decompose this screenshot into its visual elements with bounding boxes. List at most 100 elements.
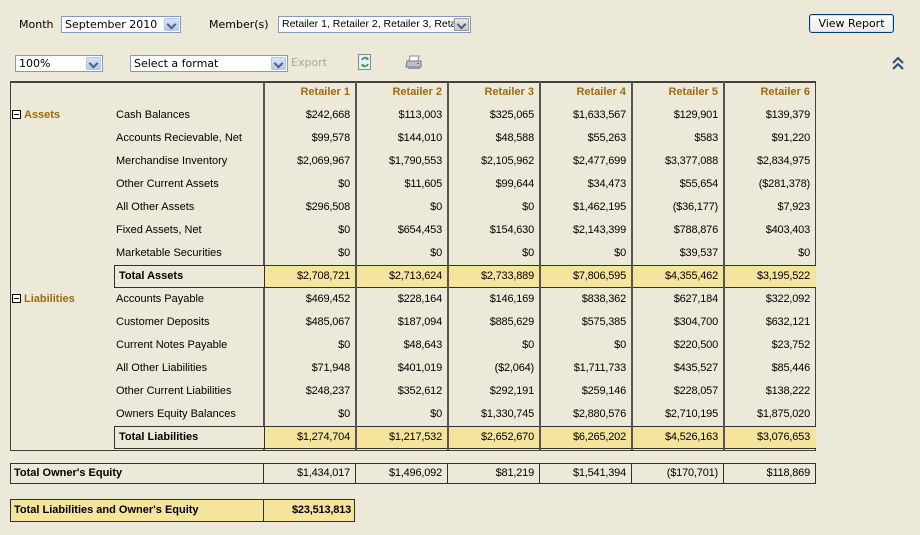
chevron-down-icon[interactable] [86,57,101,70]
members-select[interactable]: Retailer 1, Retailer 2, Retailer 3, Reta… [278,16,471,33]
column-header[interactable]: Retailer 1 [264,81,350,104]
zoom-select[interactable]: 100% [15,55,103,72]
table-cell: $0 [614,339,626,351]
format-select[interactable]: Select a format [130,55,288,72]
column-header[interactable]: Retailer 5 [632,81,718,104]
table-cell: $2,069,967 [296,155,350,167]
table-cell: $401,019 [397,362,442,374]
export-link[interactable]: Export [291,56,327,69]
table-cell: $304,700 [673,316,718,328]
table-cell: $583 [694,132,718,144]
collapse-minus-icon[interactable] [12,110,21,119]
column-header[interactable]: Retailer 4 [540,81,626,104]
column-header[interactable]: Retailer 2 [356,81,442,104]
table-cell: $469,452 [305,293,350,305]
month-select[interactable]: September 2010 [61,16,181,33]
table-cell: $2,105,962 [480,155,534,167]
table-cell: $1,330,745 [480,408,534,420]
table-cell: $838,362 [581,293,626,305]
owners-equity-value: $81,219 [495,467,535,479]
table-cell: $99,644 [495,178,535,190]
owners-equity-value: $1,496,092 [388,467,442,479]
table-cell: $885,629 [489,316,534,328]
table-cell: $632,121 [765,316,810,328]
collapse-up-icon[interactable] [891,55,905,71]
liabilities-section-toggle[interactable]: Liabilities [12,288,75,311]
members-label: Member(s) [209,18,269,31]
table-cell: $0 [338,178,350,190]
table-cell: $91,220 [771,132,811,144]
print-icon[interactable] [405,55,423,70]
table-cell: $0 [430,201,442,213]
table-cell: $55,654 [679,178,719,190]
chevron-down-icon[interactable] [454,18,469,31]
table-cell: $0 [522,201,534,213]
table-cell: $48,588 [495,132,535,144]
row-label: Merchandise Inventory [116,155,228,167]
assets-section-toggle[interactable]: Assets [12,104,60,127]
column-header[interactable]: Retailer 6 [724,81,810,104]
month-label: Month [19,18,54,31]
table-cell: $1,711,733 [573,362,626,374]
total-assets-label: Total Assets [114,265,265,288]
collapse-minus-icon[interactable] [12,294,21,303]
table-cell: $403,403 [765,224,810,236]
table-cell: $154,630 [489,224,534,236]
total-assets-value: $2,708,721 [296,270,350,282]
total-assets-value: $4,355,462 [664,270,718,282]
table-cell: $0 [338,224,350,236]
table-cell: $39,537 [679,247,719,259]
table-cell: $228,164 [397,293,442,305]
table-cell: $0 [338,247,350,259]
table-cell: $296,508 [305,201,350,213]
grand-total-value: $23,513,813 [292,504,351,516]
row-label: Owners Equity Balances [116,408,236,420]
table-cell: $485,067 [305,316,350,328]
row-label: Marketable Securities [116,247,222,259]
table-cell: $259,146 [581,385,626,397]
table-cell: $220,500 [673,339,718,351]
table-cell: $575,385 [581,316,626,328]
owners-equity-value: $1,434,017 [296,467,350,479]
table-cell: $248,237 [305,385,350,397]
column-header[interactable]: Retailer 3 [448,81,534,104]
total-liabilities-value: $6,265,202 [572,431,626,443]
table-cell: $144,010 [397,132,442,144]
row-label: Current Notes Payable [116,339,228,351]
table-cell: $139,379 [765,109,810,121]
chevron-down-icon[interactable] [271,57,286,70]
table-cell: $627,184 [673,293,718,305]
row-label: Cash Balances [116,109,190,121]
row-label: Accounts Recievable, Net [116,132,242,144]
row-label: Other Current Assets [116,178,219,190]
table-cell: $1,633,567 [572,109,626,121]
table-cell: ($36,177) [672,201,718,213]
table-cell: $113,003 [398,109,443,121]
table-cell: $2,477,699 [572,155,626,167]
table-cell: $0 [522,247,534,259]
total-assets-value: $2,713,624 [388,270,442,282]
table-cell: $0 [338,339,350,351]
owners-equity-label: Total Owner's Equity [14,467,123,479]
table-cell: ($2,064) [494,362,535,374]
assets-section-label: Assets [24,109,61,121]
table-cell: $654,453 [397,224,442,236]
table-cell: $1,790,553 [388,155,442,167]
table-cell: $1,875,020 [756,408,810,420]
table-cell: $187,094 [397,316,442,328]
table-cell: $0 [338,408,350,420]
refresh-icon[interactable] [358,54,372,70]
chevron-down-icon[interactable] [164,18,179,31]
format-select-value: Select a format [134,57,219,70]
total-assets-value: $3,195,522 [756,270,810,282]
table-cell: $85,446 [771,362,811,374]
row-label: All Other Assets [116,201,195,213]
table-cell: $71,948 [311,362,351,374]
total-liabilities-label: Total Liabilities [114,426,265,449]
table-cell: $2,880,576 [572,408,626,420]
owners-equity-value: $1,541,394 [572,467,626,479]
view-report-button[interactable]: View Report [809,14,894,33]
liabilities-section-label: Liabilities [24,293,75,305]
table-cell: $322,092 [765,293,810,305]
row-label: Other Current Liabilities [116,385,232,397]
